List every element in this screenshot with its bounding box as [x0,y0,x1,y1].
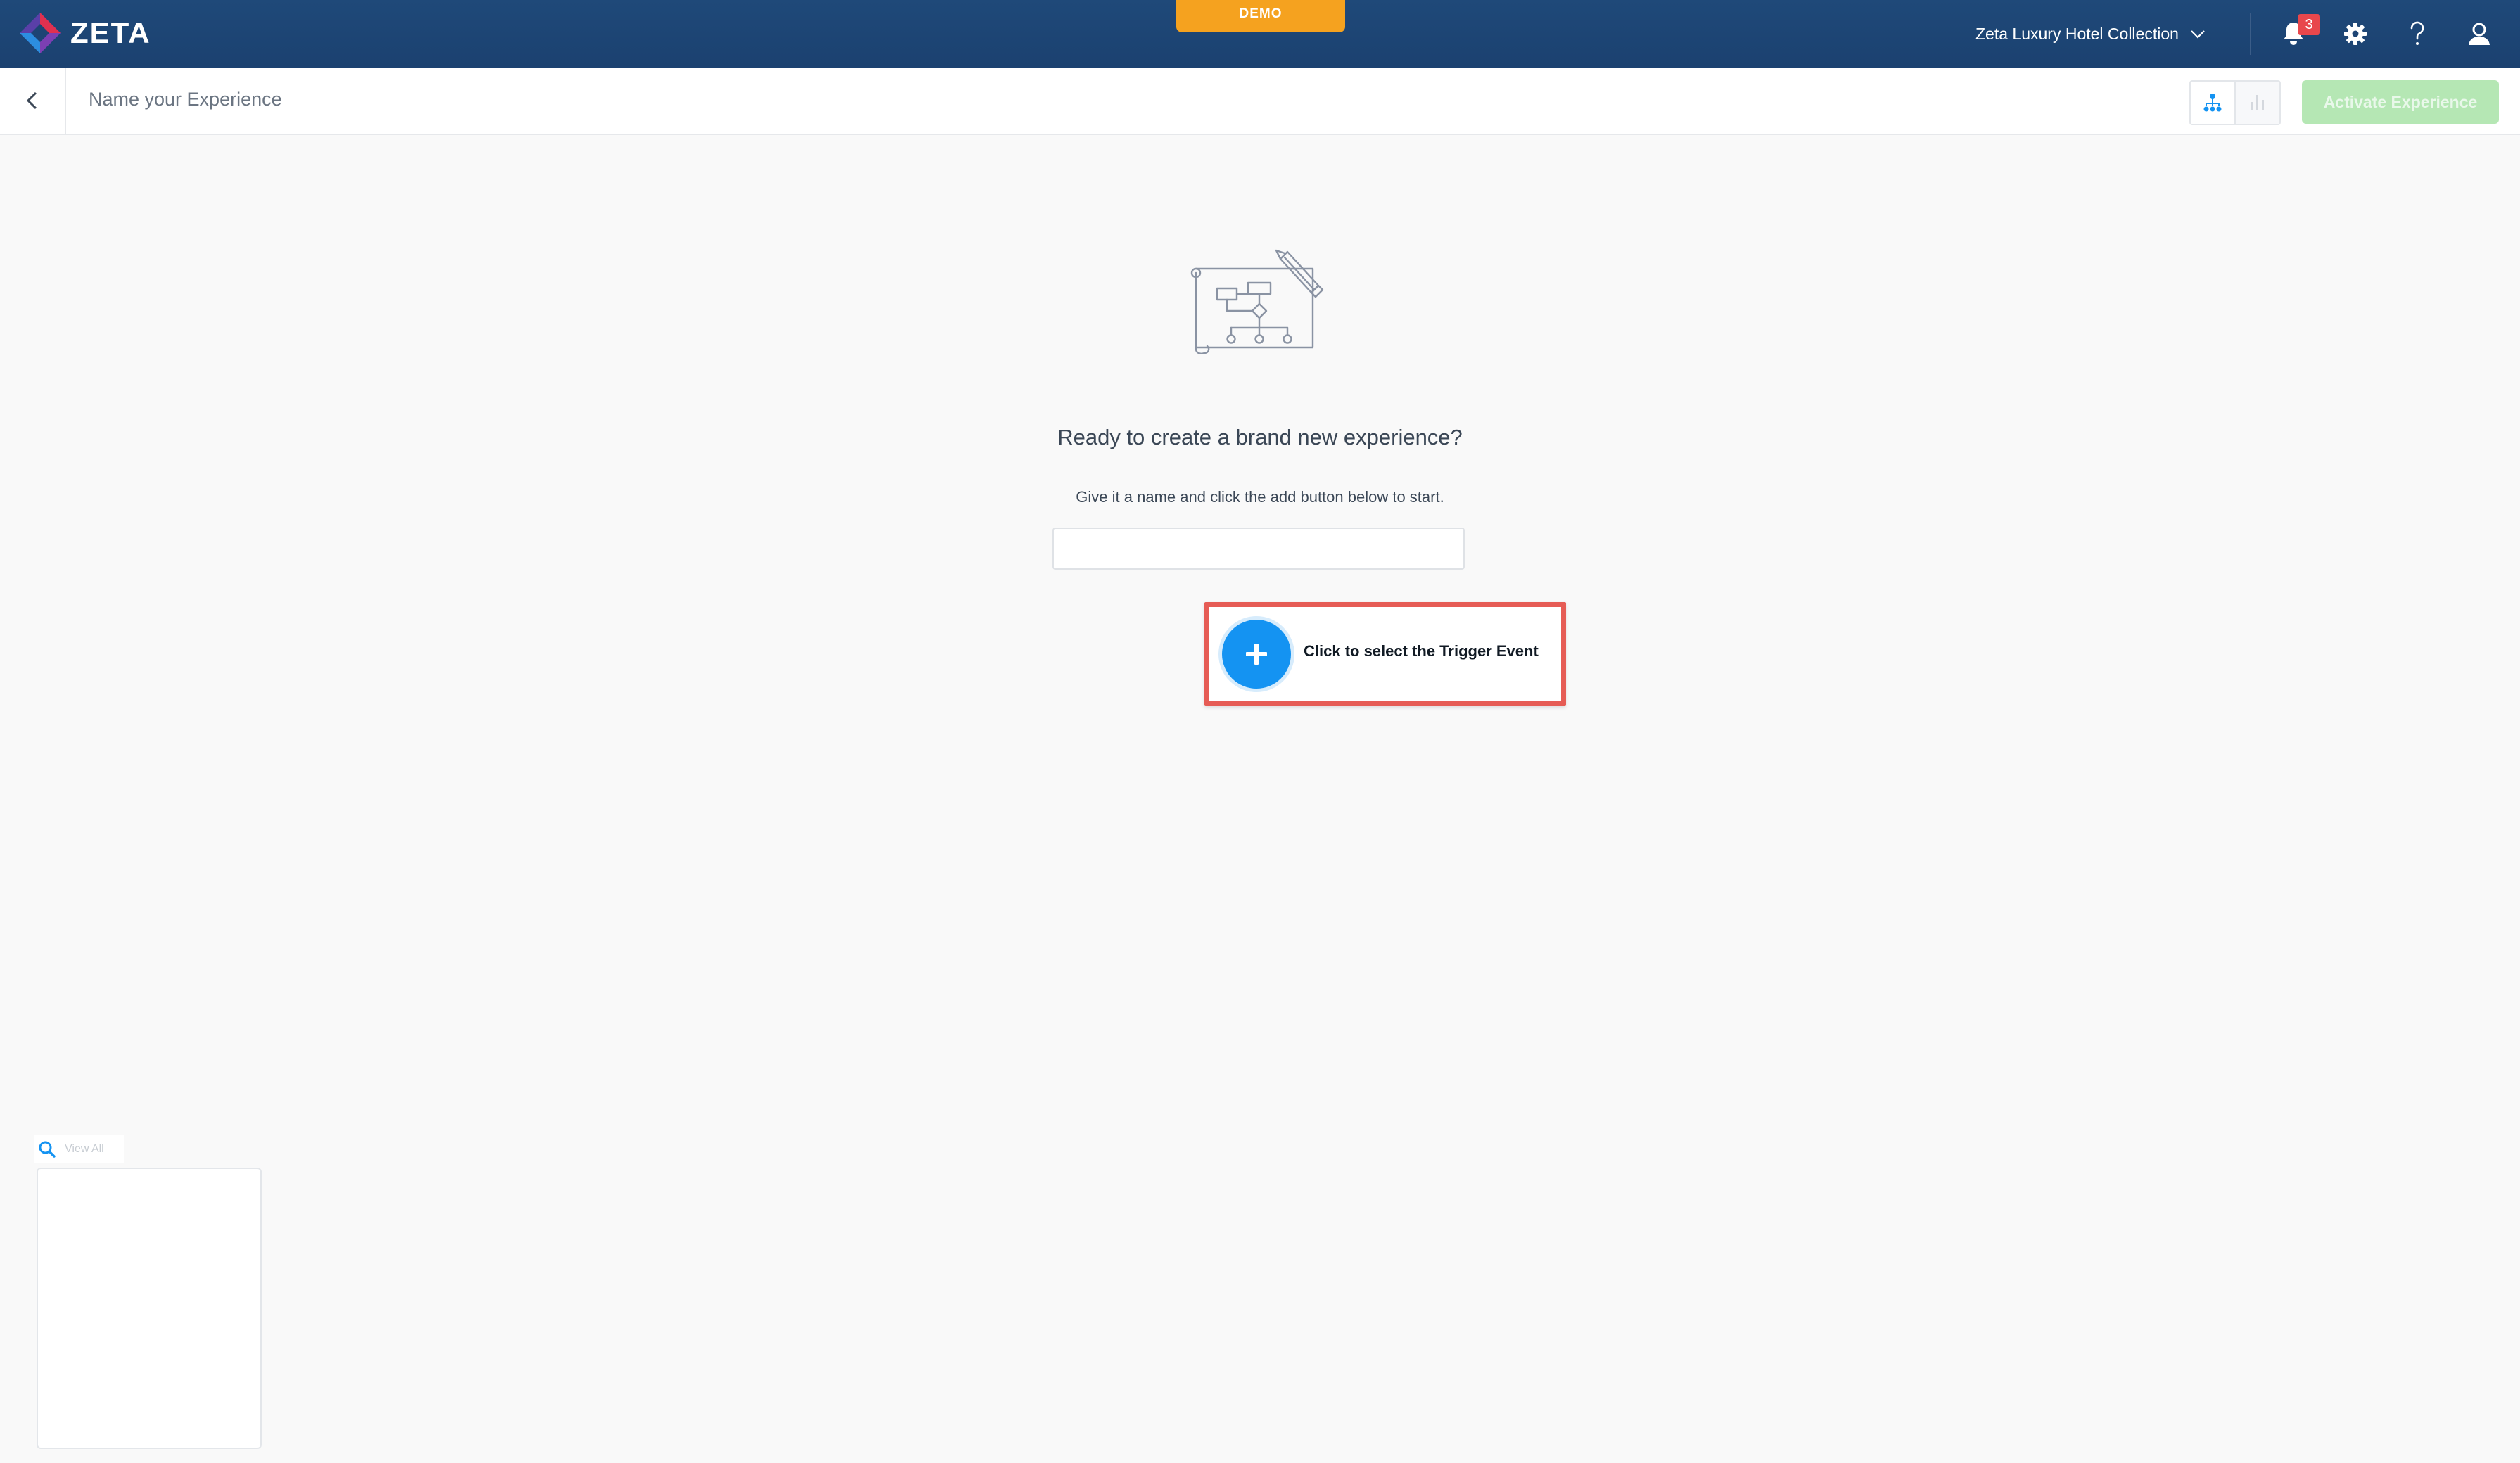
zeta-logo-icon [20,13,61,53]
experience-name-input[interactable] [1052,528,1465,570]
view-toggle [2189,80,2281,125]
account-name: Zeta Luxury Hotel Collection [1975,24,2179,43]
user-icon [2469,23,2490,45]
stats-view-icon [2251,95,2264,110]
empty-state-headline: Ready to create a brand new experience? [1057,425,1463,449]
settings-button[interactable] [2340,18,2371,49]
search-icon [39,1141,56,1158]
back-button[interactable] [0,68,66,134]
gear-icon [2344,23,2367,45]
blueprint-pencil-illustration [1190,249,1324,354]
help-icon [2410,21,2424,45]
top-navigation-bar: ZETA DEMO Zeta Luxury Hotel Collection 3 [0,0,2520,68]
chevron-down-icon [2191,30,2205,39]
activate-experience-button[interactable]: Activate Experience [2302,80,2499,124]
back-arrow-icon [26,91,37,110]
help-button[interactable] [2402,18,2433,49]
nav-divider [2250,13,2251,55]
flow-view-icon [2203,94,2222,112]
flow-view-button[interactable] [2191,82,2234,124]
empty-state-instructions: Give it a name and click the add button … [1076,488,1444,506]
environment-badge: DEMO [1176,0,1345,32]
brand-name: ZETA [70,16,151,49]
view-all-link[interactable]: View All [65,1143,104,1156]
minimap-panel [37,1168,262,1449]
add-trigger-button[interactable] [1222,620,1291,689]
account-switcher[interactable]: Zeta Luxury Hotel Collection [1975,0,2207,68]
user-profile-button[interactable] [2464,18,2495,49]
notification-count-badge: 3 [2298,14,2320,35]
stats-view-button[interactable] [2234,82,2279,124]
brand-logo[interactable]: ZETA [18,11,151,55]
experience-header-bar: Name your Experience Activate Experience [0,68,2520,135]
trigger-event-label[interactable]: Click to select the Trigger Event [1304,642,1539,660]
plus-icon [1246,644,1267,665]
minimap-search[interactable]: View All [34,1135,124,1163]
experience-name-title[interactable]: Name your Experience [89,89,282,110]
trigger-event-callout: Click to select the Trigger Event [1204,602,1566,706]
